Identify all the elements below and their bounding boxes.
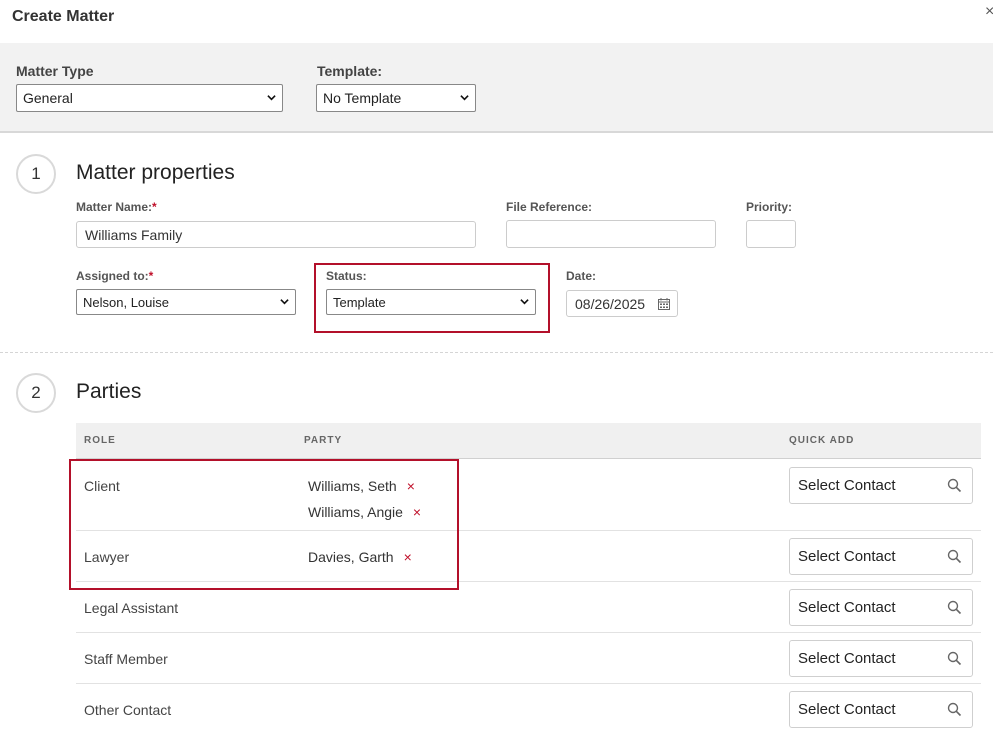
matter-type-select[interactable]: General [16, 84, 283, 112]
template-value: No Template [323, 90, 402, 106]
status-value: Template [333, 294, 386, 310]
parties-table-header: ROLE PARTY QUICK ADD [76, 423, 981, 459]
dialog-title: Create Matter [12, 8, 115, 25]
status-label: Status: [326, 269, 367, 283]
file-reference-label: File Reference: [506, 200, 593, 214]
matter-type-value: General [23, 90, 73, 106]
step-2-badge: 2 [16, 373, 56, 413]
column-header-quick-add: QUICK ADD [789, 435, 855, 446]
search-icon[interactable] [947, 651, 962, 666]
chevron-down-icon [280, 299, 289, 305]
assigned-to-label: Assigned to:* [76, 269, 154, 283]
select-contact-placeholder: Select Contact [798, 650, 896, 667]
select-contact-field[interactable]: Select Contact [789, 691, 973, 728]
section-title-parties: Parties [76, 380, 142, 403]
select-contact-placeholder: Select Contact [798, 477, 896, 494]
select-contact-placeholder: Select Contact [798, 701, 896, 718]
column-header-party: PARTY [304, 435, 343, 446]
required-mark: * [152, 200, 157, 214]
select-contact-field[interactable]: Select Contact [789, 589, 973, 626]
select-contact-field[interactable]: Select Contact [789, 538, 973, 575]
date-label: Date: [566, 269, 597, 283]
status-select[interactable]: Template [326, 289, 536, 315]
select-contact-placeholder: Select Contact [798, 548, 896, 565]
required-mark: * [148, 269, 154, 283]
select-contact-field[interactable]: Select Contact [789, 467, 973, 504]
assigned-to-select[interactable]: Nelson, Louise [76, 289, 296, 315]
search-icon[interactable] [947, 549, 962, 564]
date-value: 08/26/2025 [575, 295, 646, 312]
calendar-icon[interactable] [658, 298, 670, 310]
search-icon[interactable] [947, 600, 962, 615]
search-icon[interactable] [947, 478, 962, 493]
dialog-header: Create Matter × [0, 0, 993, 43]
chevron-down-icon [520, 299, 529, 305]
step-1-badge: 1 [16, 154, 56, 194]
chevron-down-icon [267, 95, 276, 101]
matter-type-label: Matter Type [16, 63, 94, 79]
template-label: Template: [317, 63, 383, 79]
template-select[interactable]: No Template [316, 84, 476, 112]
column-header-role: ROLE [84, 435, 116, 446]
select-contact-placeholder: Select Contact [798, 599, 896, 616]
date-input[interactable]: 08/26/2025 [566, 290, 678, 317]
section-title-matter-properties: Matter properties [76, 161, 235, 184]
role-label: Staff Member [84, 651, 168, 667]
matter-name-label: Matter Name:* [76, 200, 157, 214]
parties-highlight-box [69, 459, 459, 590]
section-divider [0, 352, 993, 353]
priority-label: Priority: [746, 200, 793, 214]
file-reference-input[interactable] [506, 220, 716, 248]
matter-name-input[interactable]: Williams Family [76, 221, 476, 248]
select-contact-field[interactable]: Select Contact [789, 640, 973, 677]
role-label: Other Contact [84, 702, 172, 718]
role-label: Legal Assistant [84, 600, 179, 616]
chevron-down-icon [460, 95, 469, 101]
search-icon[interactable] [947, 702, 962, 717]
priority-input[interactable] [746, 220, 796, 248]
assigned-to-value: Nelson, Louise [83, 294, 169, 310]
close-icon[interactable]: × [985, 4, 993, 20]
